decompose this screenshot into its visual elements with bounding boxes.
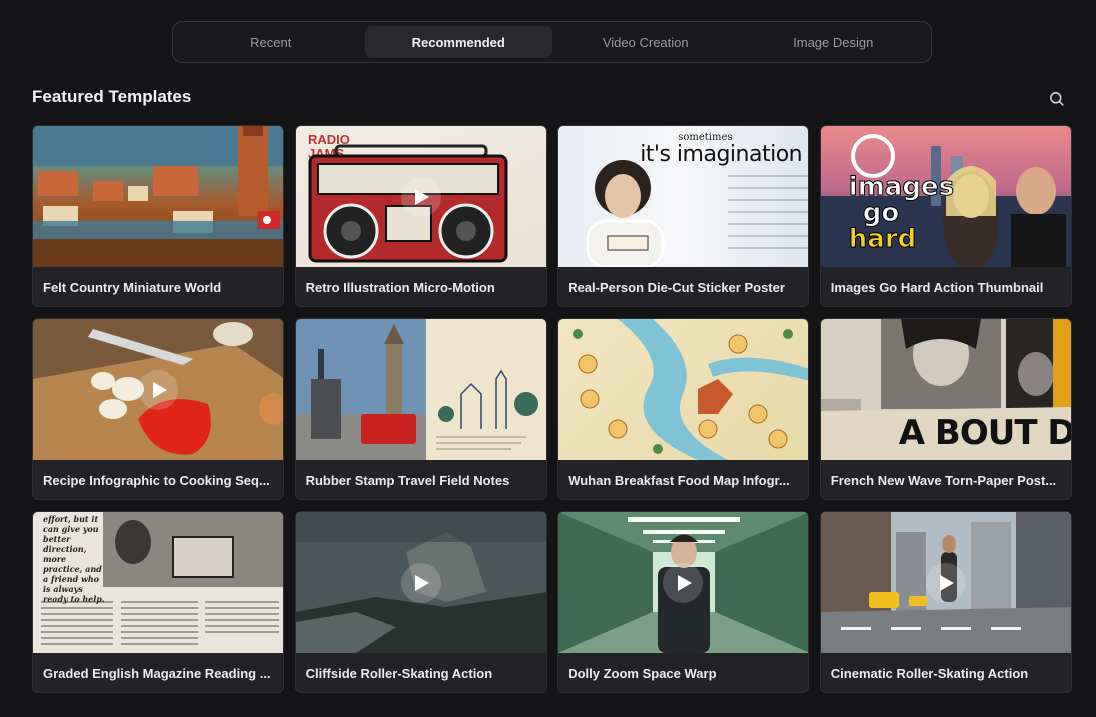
template-thumbnail [295,512,546,653]
template-card[interactable]: Cinematic Roller-Skating Action [819,511,1072,693]
template-thumbnail: images go hard [820,126,1071,267]
template-grid: Felt Country Miniature World RADIO JAMS … [32,125,1072,693]
template-title: Felt Country Miniature World [43,280,222,295]
template-title: Real-Person Die-Cut Sticker Poster [568,280,785,295]
template-title: Graded English Magazine Reading ... [43,666,271,681]
template-thumbnail: RADIO JAMS [295,126,546,267]
play-overlay [400,176,441,217]
travel-notes-illustration [295,319,546,460]
template-card[interactable]: Rubber Stamp Travel Field Notes [294,318,547,500]
template-card[interactable]: images go hard Images Go Hard Action Thu… [819,125,1072,307]
search-button[interactable] [1044,86,1068,110]
template-title: Recipe Infographic to Cooking Seq... [43,473,270,488]
thumb-logo-text: images go hard [848,172,955,254]
category-tabs: Recent Recommended Video Creation Image … [172,21,932,63]
food-map-illustration [573,319,809,460]
play-icon [415,188,430,205]
template-title: Rubber Stamp Travel Field Notes [305,473,510,488]
template-card[interactable]: A BOUT DE French New Wave Torn-Paper Pos… [819,318,1072,500]
play-icon [677,574,692,591]
template-thumbnail [33,319,283,460]
tab-recommended[interactable]: Recommended [364,26,552,58]
template-thumbnail [558,512,809,653]
tab-video-creation[interactable]: Video Creation [552,26,740,58]
template-title: Retro Illustration Micro-Motion [305,280,495,295]
search-icon [1049,91,1064,106]
template-card[interactable]: Felt Country Miniature World [32,125,284,307]
tab-recent[interactable]: Recent [177,26,365,58]
template-title: Dolly Zoom Space Warp [568,666,717,681]
thumb-caption-large: it's imagination [640,142,803,167]
play-overlay [925,562,966,603]
template-title: Cinematic Roller-Skating Action [830,666,1029,681]
template-thumbnail: effort, but it can give you better direc… [33,512,283,653]
template-card[interactable]: effort, but it can give you better direc… [32,511,284,693]
template-card[interactable]: sometimes it's imagination Real-Person D… [557,125,810,307]
play-overlay [400,562,441,603]
template-title: French New Wave Torn-Paper Post... [830,473,1057,488]
play-overlay [663,562,704,603]
play-icon [940,574,955,591]
template-card[interactable]: Cliffside Roller-Skating Action [294,511,547,693]
template-title: Wuhan Breakfast Food Map Infogr... [568,473,790,488]
template-card[interactable]: Recipe Infographic to Cooking Seq... [32,318,284,500]
play-overlay [138,369,178,410]
section-title: Featured Templates [32,87,192,106]
template-thumbnail [820,512,1071,653]
template-card[interactable]: RADIO JAMS Retro Illustration Micro-Moti… [294,125,547,307]
template-thumbnail: A BOUT DE [820,319,1071,460]
template-title: Cliffside Roller-Skating Action [305,666,493,681]
template-thumbnail [33,126,283,267]
play-icon [152,381,167,398]
felt-town-illustration [33,126,283,267]
play-icon [415,574,430,591]
template-card[interactable]: Wuhan Breakfast Food Map Infogr... [557,318,810,500]
tab-image-design[interactable]: Image Design [740,26,928,58]
thumb-pull-quote: effort, but it can give you better direc… [43,514,105,604]
template-thumbnail: sometimes it's imagination [558,126,809,267]
template-thumbnail [295,319,546,460]
template-card[interactable]: Dolly Zoom Space Warp [557,511,810,693]
template-title: Images Go Hard Action Thumbnail [830,280,1044,295]
thumb-headline: A BOUT DE [898,413,1071,453]
template-thumbnail [558,319,809,460]
